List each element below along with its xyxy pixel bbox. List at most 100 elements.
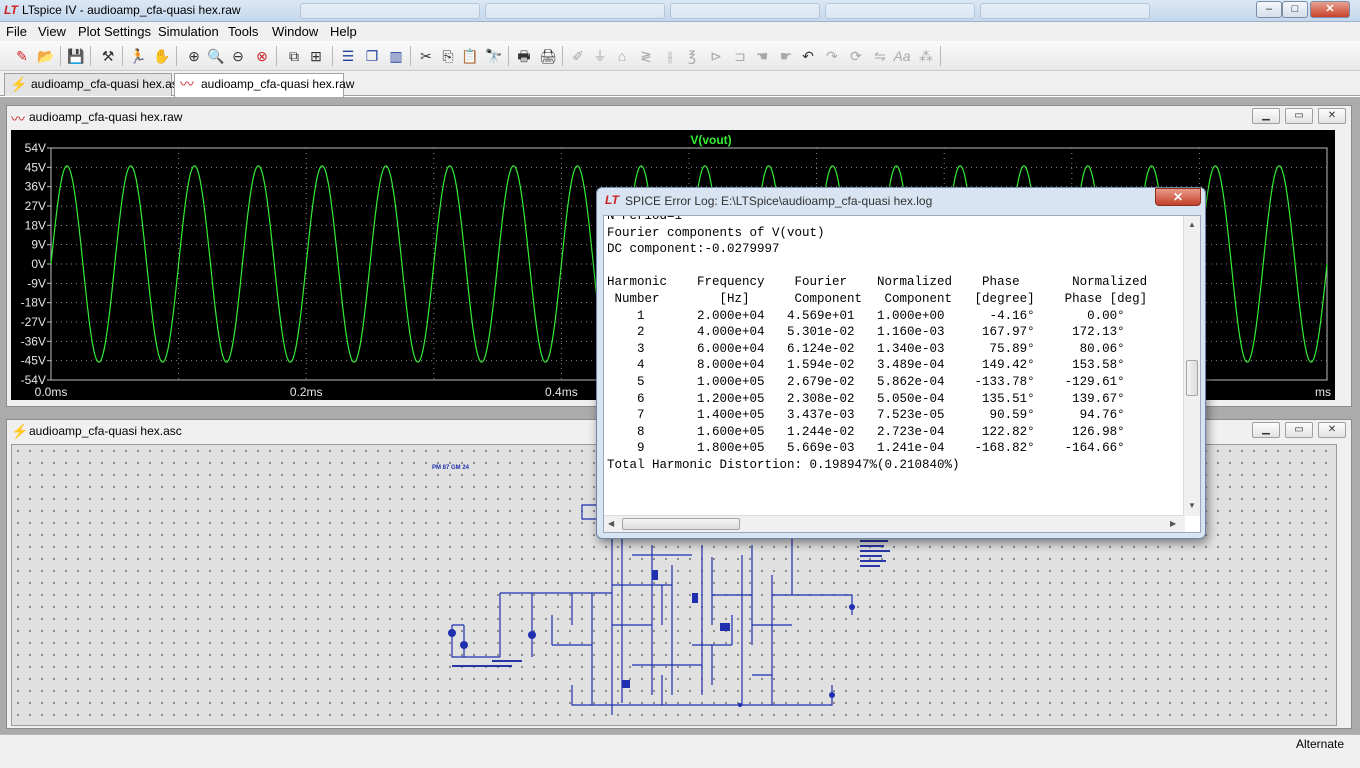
y-tick-label: 0V	[31, 257, 46, 271]
log-line: DC component:-0.0279997	[607, 242, 780, 257]
zoom-fit-icon[interactable]: ⊞	[306, 46, 326, 66]
diode-icon[interactable]: ⊳	[706, 46, 726, 66]
new-schematic-icon[interactable]: ✎	[12, 46, 32, 66]
halt-icon[interactable]: ✋	[152, 46, 172, 66]
y-tick-label: -9V	[27, 276, 46, 290]
autorange-icon[interactable]: ⧉	[284, 46, 304, 66]
zoom-in-icon[interactable]: ⊕	[184, 46, 204, 66]
y-tick-label: -18V	[21, 296, 46, 310]
resistor-icon[interactable]: ≷	[636, 46, 656, 66]
schematic-maximize-button[interactable]: ▭	[1285, 422, 1313, 438]
print-setup-icon[interactable]: 🖶	[514, 46, 534, 66]
menu-view[interactable]: View	[38, 24, 66, 39]
undo-icon[interactable]: ↶	[798, 46, 818, 66]
move-icon[interactable]: ☚	[752, 46, 772, 66]
label-icon[interactable]: ⌂	[612, 46, 632, 66]
log-line: 5 1.000e+05 2.679e-02 5.862e-04 -133.78°…	[607, 374, 1125, 389]
paste-icon[interactable]: 📋	[460, 46, 480, 66]
toolbar-separator	[122, 46, 123, 66]
find-icon[interactable]: 🔭	[484, 46, 504, 66]
window-title-bar[interactable]: LT LTspice IV - audioamp_cfa-quasi hex.r…	[0, 0, 1360, 22]
vertical-scroll-thumb[interactable]	[1186, 360, 1198, 396]
y-tick-label: 54V	[25, 141, 46, 155]
spice-directive-icon[interactable]: ⁂	[916, 46, 936, 66]
ground-icon[interactable]: ⏚	[590, 46, 610, 66]
zoom-full-icon[interactable]: ⊗	[252, 46, 272, 66]
wire-icon[interactable]: ✐	[568, 46, 588, 66]
error-log-title: SPICE Error Log: E:\LTSpice\audioamp_cfa…	[625, 194, 933, 208]
copy-icon[interactable]: ⎘	[438, 46, 458, 66]
cut-icon[interactable]: ✂	[416, 46, 436, 66]
waveform-maximize-button[interactable]: ▭	[1285, 108, 1313, 124]
trace-label-vout[interactable]: V(vout)	[671, 133, 751, 147]
schematic-close-button[interactable]: ✕	[1318, 422, 1346, 438]
x-tick-label-partial: ms	[1315, 385, 1331, 399]
maximize-button[interactable]: □	[1282, 1, 1308, 18]
waveform-icon: 〰	[11, 111, 25, 127]
inductor-icon[interactable]: ℥	[682, 46, 702, 66]
scroll-up-icon[interactable]: ▲	[1188, 220, 1196, 229]
menu-tools[interactable]: Tools	[228, 24, 258, 39]
toolbar-separator	[176, 46, 177, 66]
error-log-text[interactable]: N-Period=1 Fourier components of V(vout) D…	[607, 216, 1182, 474]
y-tick-label: 27V	[25, 199, 46, 213]
log-line: 7 1.400e+05 3.437e-03 7.523e-05 90.59° 9…	[607, 408, 1125, 423]
menu-help[interactable]: Help	[330, 24, 357, 39]
tile-vertical-icon[interactable]: ▥	[386, 46, 406, 66]
ltspice-logo-icon: LT	[4, 3, 18, 17]
tab-label: audioamp_cfa-quasi hex.raw	[201, 77, 355, 91]
log-line: 3 6.000e+04 6.124e-02 1.340e-03 75.89° 8…	[607, 341, 1125, 356]
waveform-minimize-button[interactable]: ▁	[1252, 108, 1280, 124]
capacitor-icon[interactable]: ⫲	[660, 46, 680, 66]
scroll-down-icon[interactable]: ▼	[1188, 501, 1196, 510]
zoom-out-icon[interactable]: ⊖	[228, 46, 248, 66]
background-tab-ghost	[980, 3, 1150, 19]
tab-waveform[interactable]: 〰 audioamp_cfa-quasi hex.raw	[174, 73, 354, 97]
y-tick-label: 18V	[25, 218, 46, 232]
background-tab-ghost	[485, 3, 665, 19]
text-icon[interactable]: Aa	[892, 46, 912, 66]
log-line: 1 2.000e+04 4.569e+01 1.000e+00 -4.16° 0…	[607, 308, 1125, 323]
waveform-window-title: audioamp_cfa-quasi hex.raw	[29, 110, 183, 124]
menu-file[interactable]: File	[6, 24, 27, 39]
schematic-minimize-button[interactable]: ▁	[1252, 422, 1280, 438]
log-line: 6 1.200e+05 2.308e-02 5.050e-04 135.51° …	[607, 391, 1125, 406]
save-icon[interactable]: 💾	[66, 46, 86, 66]
error-log-text-area[interactable]: N-Period=1 Fourier components of V(vout) D…	[603, 215, 1201, 533]
zoom-area-icon[interactable]: 🔍	[206, 46, 226, 66]
scroll-right-icon[interactable]: ▶	[1170, 519, 1176, 528]
close-button[interactable]: ✕	[1310, 1, 1350, 18]
ltspice-logo-icon: LT	[605, 193, 619, 207]
schematic-icon: ⚡	[10, 76, 28, 92]
vertical-scrollbar[interactable]: ▲ ▼	[1183, 216, 1200, 516]
error-log-close-button[interactable]: ✕	[1155, 188, 1201, 206]
component-icon[interactable]: ⊐	[730, 46, 750, 66]
menu-simulation[interactable]: Simulation	[158, 24, 219, 39]
open-icon[interactable]: 📂	[36, 46, 56, 66]
redo-icon[interactable]: ↷	[822, 46, 842, 66]
run-icon[interactable]: 🏃	[128, 46, 148, 66]
tab-schematic[interactable]: ⚡ audioamp_cfa-quasi hex.asc	[4, 73, 184, 96]
horizontal-scroll-thumb[interactable]	[622, 518, 740, 530]
menu-plot-settings[interactable]: Plot Settings	[78, 24, 151, 39]
horizontal-scrollbar[interactable]: ◀ ▶	[604, 515, 1185, 532]
toolbar: ✎ 📂 💾 ⚒ 🏃 ✋ ⊕ 🔍 ⊖ ⊗ ⧉ ⊞ ☰ ❐ ▥ ✂ ⎘ 📋 🔭 🖶 …	[0, 41, 1360, 71]
menu-bar: File View Plot Settings Simulation Tools…	[0, 22, 1360, 41]
drag-icon[interactable]: ☛	[776, 46, 796, 66]
spice-error-log-dialog[interactable]: LT SPICE Error Log: E:\LTSpice\audioamp_…	[596, 187, 1206, 539]
rotate-icon[interactable]: ⟳	[846, 46, 866, 66]
y-tick-label: 36V	[25, 180, 46, 194]
waveform-close-button[interactable]: ✕	[1318, 108, 1346, 124]
print-icon[interactable]: 🖨	[538, 46, 558, 66]
control-panel-icon[interactable]: ⚒	[98, 46, 118, 66]
menu-window[interactable]: Window	[272, 24, 318, 39]
minimize-button[interactable]: –	[1256, 1, 1282, 18]
cascade-icon[interactable]: ❐	[362, 46, 382, 66]
waveform-window-title-bar[interactable]: 〰 audioamp_cfa-quasi hex.raw ▁ ▭ ✕	[7, 106, 1351, 128]
window-title: LTspice IV - audioamp_cfa-quasi hex.raw	[22, 3, 241, 17]
tile-horizontal-icon[interactable]: ☰	[338, 46, 358, 66]
toolbar-separator	[508, 46, 509, 66]
log-line: Harmonic Frequency Fourier Normalized Ph…	[607, 275, 1148, 290]
scroll-left-icon[interactable]: ◀	[608, 519, 614, 528]
mirror-icon[interactable]: ⇋	[870, 46, 890, 66]
